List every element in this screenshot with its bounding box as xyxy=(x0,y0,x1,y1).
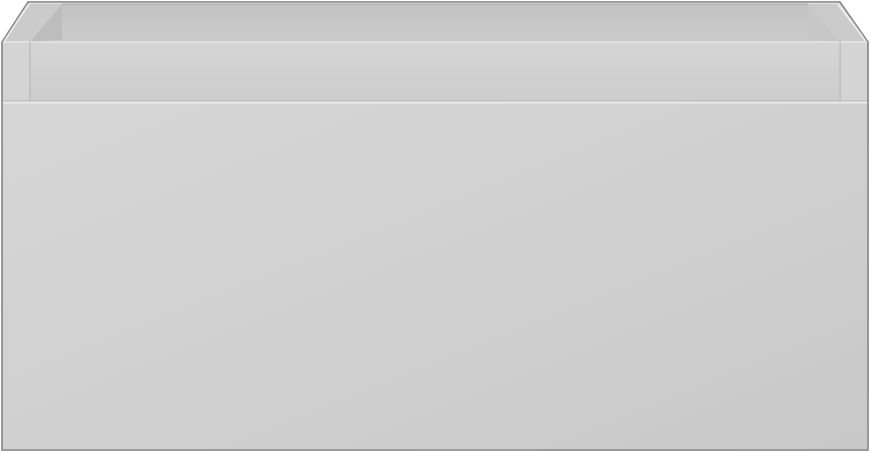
drawer-inner-back-wall xyxy=(62,4,808,40)
rim-band xyxy=(30,42,840,102)
rim-right-post xyxy=(841,42,867,102)
drawer-unit-illustration xyxy=(1,1,869,451)
drawer-front-panel xyxy=(3,103,867,450)
rim-left-post xyxy=(3,42,29,102)
drawer-scene xyxy=(0,0,870,452)
